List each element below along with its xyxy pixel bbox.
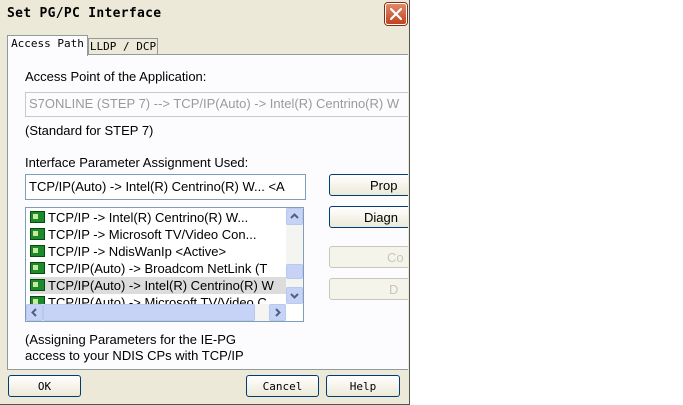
network-icon bbox=[30, 228, 45, 240]
scroll-down-button[interactable] bbox=[286, 287, 303, 304]
list-item[interactable]: TCP/IP -> Microsoft TV/Video Con... bbox=[30, 226, 256, 243]
vertical-scrollbar[interactable] bbox=[286, 208, 303, 304]
close-icon bbox=[390, 8, 402, 20]
horizontal-scroll-thumb[interactable] bbox=[43, 304, 255, 321]
copy-button[interactable]: Co bbox=[329, 246, 408, 268]
title-bar: Set PG/PC Interface bbox=[0, 0, 409, 28]
access-point-note: (Standard for STEP 7) bbox=[25, 123, 154, 138]
interface-listbox[interactable]: TCP/IP -> Intel(R) Centrino(R) W... TCP/… bbox=[25, 207, 304, 322]
access-point-field[interactable]: S7ONLINE (STEP 7) --> TCP/IP(Auto) -> In… bbox=[25, 92, 408, 117]
info-line-1: (Assigning Parameters for the IE-PG bbox=[25, 332, 236, 347]
interface-label: Interface Parameter Assignment Used: bbox=[25, 155, 249, 170]
help-button[interactable]: Help bbox=[326, 375, 400, 397]
list-item[interactable]: TCP/IP(Auto) -> Broadcom NetLink (T bbox=[30, 260, 267, 277]
horizontal-scrollbar[interactable] bbox=[26, 304, 286, 321]
scroll-thumb[interactable] bbox=[286, 264, 303, 279]
close-button[interactable] bbox=[385, 3, 407, 25]
scroll-left-button[interactable] bbox=[26, 304, 43, 321]
access-point-label: Access Point of the Application: bbox=[25, 69, 207, 84]
interface-field[interactable]: TCP/IP(Auto) -> Intel(R) Centrino(R) W..… bbox=[25, 174, 306, 200]
properties-button[interactable]: Prop bbox=[329, 174, 408, 196]
dialog-window: Set PG/PC Interface Access Path LLDP / D… bbox=[0, 0, 410, 405]
list-item-selected[interactable]: TCP/IP(Auto) -> Intel(R) Centrino(R) W bbox=[30, 277, 286, 294]
info-line-2: access to your NDIS CPs with TCP/IP bbox=[25, 348, 244, 363]
network-icon bbox=[30, 211, 45, 223]
delete-button[interactable]: D bbox=[329, 278, 408, 300]
network-icon bbox=[30, 245, 45, 257]
list-item[interactable]: TCP/IP -> NdisWanIp <Active> bbox=[30, 243, 226, 260]
tab-access-path[interactable]: Access Path bbox=[7, 35, 88, 56]
scroll-up-button[interactable] bbox=[286, 208, 303, 225]
diagnostics-button[interactable]: Diagn bbox=[329, 206, 408, 228]
network-icon bbox=[30, 279, 45, 291]
list-item[interactable]: TCP/IP -> Intel(R) Centrino(R) W... bbox=[30, 209, 248, 226]
network-icon bbox=[30, 262, 45, 274]
window-title: Set PG/PC Interface bbox=[7, 6, 162, 21]
chevron-left-icon bbox=[31, 308, 37, 317]
chevron-up-icon bbox=[290, 213, 299, 219]
cancel-button[interactable]: Cancel bbox=[246, 375, 319, 397]
chevron-down-icon bbox=[290, 293, 299, 299]
ok-button[interactable]: OK bbox=[8, 375, 81, 397]
scroll-right-button[interactable] bbox=[269, 304, 286, 321]
chevron-right-icon bbox=[275, 308, 281, 317]
access-path-panel: Access Point of the Application: S7ONLIN… bbox=[7, 54, 408, 370]
